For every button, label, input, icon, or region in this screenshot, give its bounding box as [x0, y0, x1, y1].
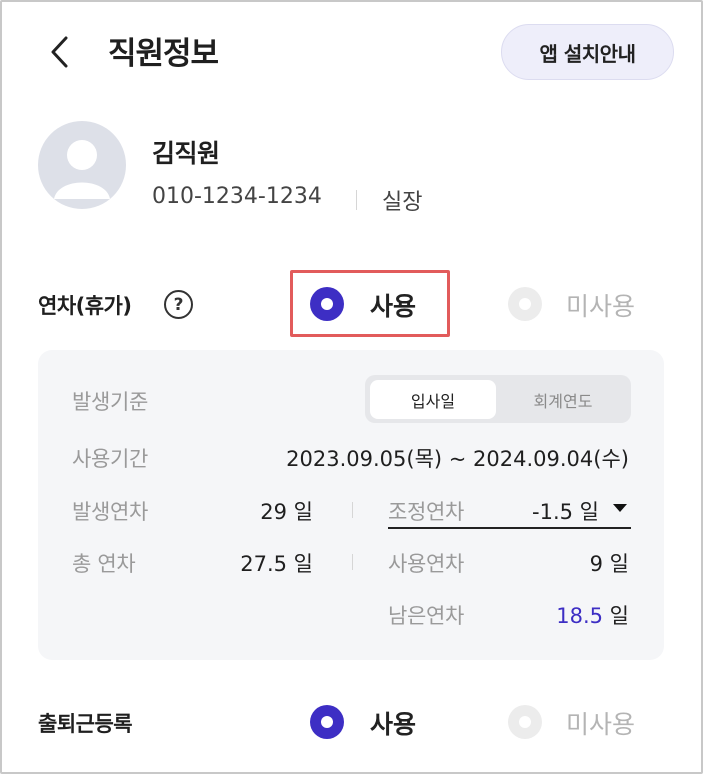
- back-arrow-icon[interactable]: [44, 34, 80, 70]
- remaining-number: 18.5: [556, 604, 603, 628]
- attendance-use-radio[interactable]: [310, 705, 344, 739]
- period-value: 2023.09.05(목) ~ 2024.09.04(수): [286, 447, 629, 471]
- divider: [352, 554, 353, 570]
- remaining-label: 남은연차: [388, 604, 465, 628]
- period-label: 사용기간: [72, 447, 149, 471]
- annual-leave-unused-radio[interactable]: [508, 287, 542, 321]
- attendance-unused-label[interactable]: 미사용: [566, 705, 635, 741]
- divider: [352, 502, 353, 518]
- annual-leave-unused-label[interactable]: 미사용: [566, 287, 635, 323]
- app-install-guide-button[interactable]: 앱 설치안내: [501, 24, 674, 80]
- annual-leave-use-radio[interactable]: [310, 287, 344, 321]
- remaining-unit: 일: [609, 604, 629, 628]
- total-value: 27.5 일: [240, 552, 313, 576]
- used-value: 9 일: [589, 552, 629, 576]
- person-icon: [54, 140, 110, 199]
- adjust-label: 조정연차: [388, 500, 465, 524]
- employee-phone: 010-1234-1234: [152, 184, 322, 209]
- remaining-value: 18.5 일: [556, 600, 629, 630]
- annual-leave-use-label[interactable]: 사용: [370, 287, 416, 323]
- adjust-value[interactable]: -1.5 일: [532, 496, 599, 526]
- employee-position: 실장: [382, 190, 423, 215]
- page-title: 직원정보: [108, 36, 219, 72]
- accrued-value: 29 일: [260, 500, 313, 524]
- basis-label: 발생기준: [72, 390, 149, 414]
- help-icon[interactable]: ?: [164, 290, 193, 319]
- accrued-label: 발생연차: [72, 500, 149, 524]
- chevron-down-icon[interactable]: [613, 504, 627, 512]
- annual-leave-label: 연차(휴가): [38, 294, 132, 318]
- divider: [356, 190, 357, 210]
- total-label: 총 연차: [72, 552, 136, 576]
- attendance-label: 출퇴근등록: [38, 712, 133, 736]
- used-label: 사용연차: [388, 552, 465, 576]
- attendance-unused-radio[interactable]: [508, 705, 542, 739]
- adjust-underline: [388, 527, 631, 529]
- employee-name: 김직원: [152, 139, 220, 168]
- avatar: [38, 121, 126, 209]
- attendance-use-label[interactable]: 사용: [370, 705, 416, 741]
- basis-option-fiscal-year[interactable]: 회계연도: [500, 380, 626, 419]
- basis-option-hire-date[interactable]: 입사일: [370, 380, 496, 419]
